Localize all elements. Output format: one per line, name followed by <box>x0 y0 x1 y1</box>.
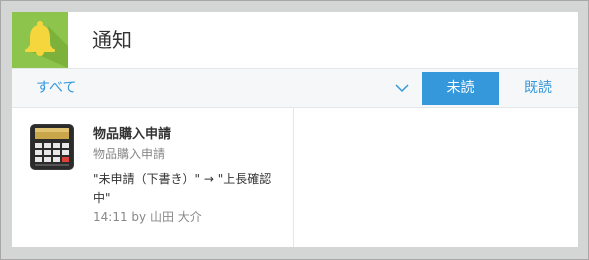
calculator-icon <box>30 124 74 170</box>
notification-item[interactable]: 物品購入申請 物品購入申請 "未申請（下書き）" → "上長確認中" 14:11… <box>12 108 293 247</box>
unread-button[interactable]: 未読 <box>422 72 499 105</box>
notification-user[interactable]: 山田 大介 <box>150 210 202 224</box>
notification-panel: 通知 すべて 未読 既読 物品購入申請 物品購入申請 "未申請（下書き）" → … <box>12 12 578 247</box>
notification-by: by <box>131 210 147 224</box>
filter-dropdown[interactable]: すべて <box>12 69 422 107</box>
detail-pane <box>294 108 578 247</box>
chevron-down-icon <box>395 84 409 93</box>
notification-app-name: 物品購入申請 <box>93 147 166 161</box>
filter-value: すべて <box>36 80 77 96</box>
notification-meta: 14:11 by 山田 大介 <box>93 209 202 225</box>
notification-title: 物品購入申請 <box>93 127 172 142</box>
page-title: 通知 <box>92 28 132 52</box>
toolbar: すべて 未読 既読 <box>12 68 578 108</box>
bell-icon <box>12 12 68 68</box>
notification-time: 14:11 <box>93 210 128 224</box>
notification-list: 物品購入申請 物品購入申請 "未申請（下書き）" → "上長確認中" 14:11… <box>12 108 294 247</box>
notification-body: "未申請（下書き）" → "上長確認中" <box>93 172 272 205</box>
read-button[interactable]: 既読 <box>511 72 565 105</box>
header: 通知 <box>12 12 578 68</box>
